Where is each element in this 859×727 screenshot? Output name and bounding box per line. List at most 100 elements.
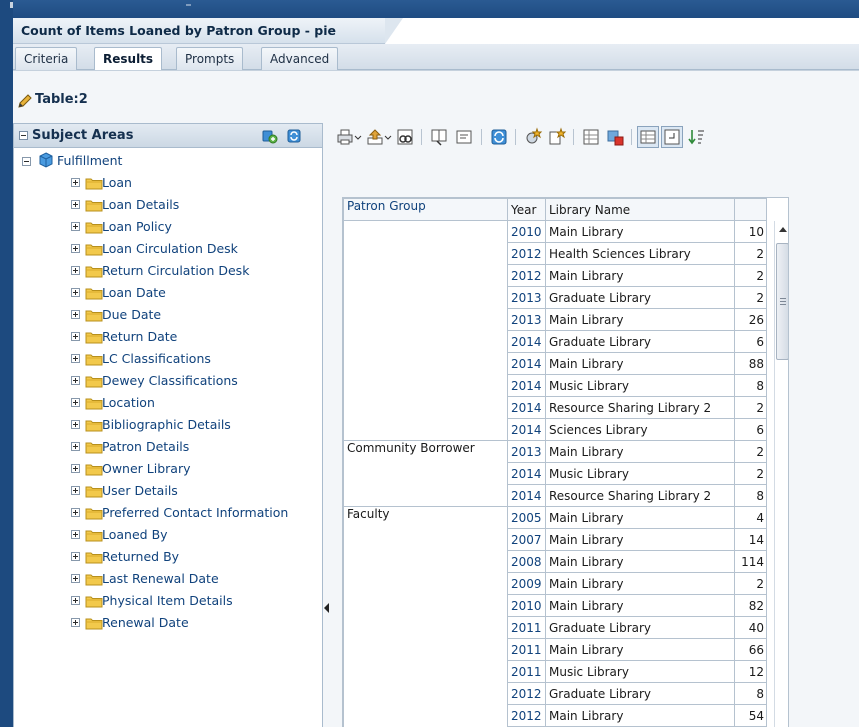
library-name-cell[interactable]: Main Library bbox=[545, 352, 735, 375]
column-header-patron-group[interactable]: Patron Group bbox=[343, 198, 508, 221]
expand-icon[interactable] bbox=[71, 464, 80, 473]
tab-criteria[interactable]: Criteria bbox=[15, 47, 78, 70]
column-header-year[interactable]: Year bbox=[507, 198, 546, 221]
tab-advanced[interactable]: Advanced bbox=[261, 47, 339, 70]
print-icon[interactable] bbox=[335, 127, 355, 147]
patron-group-cell[interactable]: Faculty bbox=[343, 506, 508, 727]
year-cell[interactable]: 2011 bbox=[507, 616, 546, 639]
library-name-cell[interactable]: Graduate Library bbox=[545, 682, 735, 705]
tree-item[interactable]: Last Renewal Date bbox=[14, 570, 314, 590]
tree-item[interactable]: Loan Policy bbox=[14, 218, 314, 238]
tree-item[interactable]: Loan Date bbox=[14, 284, 314, 304]
tree-item[interactable]: Renewal Date bbox=[14, 614, 314, 634]
year-cell[interactable]: 2014 bbox=[507, 418, 546, 441]
year-cell[interactable]: 2010 bbox=[507, 594, 546, 617]
year-cell[interactable]: 2014 bbox=[507, 484, 546, 507]
library-name-cell[interactable]: Main Library bbox=[545, 308, 735, 331]
library-name-cell[interactable]: Main Library bbox=[545, 506, 735, 529]
year-cell[interactable]: 2012 bbox=[507, 704, 546, 727]
year-cell[interactable]: 2012 bbox=[507, 264, 546, 287]
collapse-arrow-icon[interactable] bbox=[324, 603, 329, 613]
chevron-down-icon[interactable] bbox=[354, 127, 362, 147]
year-cell[interactable]: 2011 bbox=[507, 638, 546, 661]
vertical-scrollbar[interactable] bbox=[774, 221, 788, 727]
layout-toggle[interactable] bbox=[661, 126, 683, 148]
exclude-icon[interactable] bbox=[605, 127, 625, 147]
pane-splitter[interactable] bbox=[323, 123, 329, 727]
library-name-cell[interactable]: Resource Sharing Library 2 bbox=[545, 484, 735, 507]
year-cell[interactable]: 2005 bbox=[507, 506, 546, 529]
expand-icon[interactable] bbox=[71, 442, 80, 451]
new-calculated-item-icon[interactable] bbox=[523, 127, 543, 147]
tree-item[interactable]: Loan bbox=[14, 174, 314, 194]
tree-item[interactable]: Return Date bbox=[14, 328, 314, 348]
expand-icon[interactable] bbox=[71, 486, 80, 495]
expand-icon[interactable] bbox=[71, 530, 80, 539]
totals-icon[interactable] bbox=[581, 127, 601, 147]
tree-item[interactable]: Owner Library bbox=[14, 460, 314, 480]
patron-group-cell[interactable]: Community Borrower bbox=[343, 440, 508, 507]
tab-results[interactable]: Results bbox=[94, 47, 163, 71]
library-name-cell[interactable]: Music Library bbox=[545, 660, 735, 683]
expand-icon[interactable] bbox=[71, 420, 80, 429]
expand-icon[interactable] bbox=[71, 244, 80, 253]
scrollbar-thumb[interactable] bbox=[776, 243, 788, 360]
export-icon[interactable] bbox=[365, 127, 385, 147]
chevron-down-icon[interactable] bbox=[384, 127, 392, 147]
expand-icon[interactable] bbox=[71, 178, 80, 187]
collapse-icon[interactable] bbox=[22, 157, 31, 166]
expand-icon[interactable] bbox=[71, 508, 80, 517]
collapse-pane-icon[interactable] bbox=[19, 131, 28, 140]
year-cell[interactable]: 2009 bbox=[507, 572, 546, 595]
refresh-icon[interactable] bbox=[285, 127, 303, 145]
tree-item[interactable]: Patron Details bbox=[14, 438, 314, 458]
year-cell[interactable]: 2014 bbox=[507, 330, 546, 353]
year-cell[interactable]: 2013 bbox=[507, 286, 546, 309]
tree-item[interactable]: LC Classifications bbox=[14, 350, 314, 370]
expand-icon[interactable] bbox=[71, 618, 80, 627]
library-name-cell[interactable]: Main Library bbox=[545, 220, 735, 243]
year-cell[interactable]: 2011 bbox=[507, 660, 546, 683]
library-name-cell[interactable]: Main Library bbox=[545, 550, 735, 573]
expand-icon[interactable] bbox=[71, 552, 80, 561]
expand-icon[interactable] bbox=[71, 310, 80, 319]
library-name-cell[interactable]: Music Library bbox=[545, 374, 735, 397]
library-name-cell[interactable]: Music Library bbox=[545, 462, 735, 485]
expand-icon[interactable] bbox=[71, 222, 80, 231]
tree-item[interactable]: Loaned By bbox=[14, 526, 314, 546]
library-name-cell[interactable]: Health Sciences Library bbox=[545, 242, 735, 265]
year-cell[interactable]: 2014 bbox=[507, 462, 546, 485]
refresh-icon[interactable] bbox=[489, 127, 509, 147]
year-cell[interactable]: 2008 bbox=[507, 550, 546, 573]
library-name-cell[interactable]: Main Library bbox=[545, 264, 735, 287]
year-cell[interactable]: 2014 bbox=[507, 352, 546, 375]
expand-icon[interactable] bbox=[71, 574, 80, 583]
analysis-title-tab[interactable]: Count of Items Loaned by Patron Group - … bbox=[13, 18, 403, 44]
year-cell[interactable]: 2013 bbox=[507, 440, 546, 463]
tree-item[interactable]: Location bbox=[14, 394, 314, 414]
library-name-cell[interactable]: Graduate Library bbox=[545, 616, 735, 639]
column-header-library-name[interactable]: Library Name bbox=[545, 198, 735, 221]
tree-item[interactable]: Loan Details bbox=[14, 196, 314, 216]
year-cell[interactable]: 2013 bbox=[507, 308, 546, 331]
year-cell[interactable]: 2007 bbox=[507, 528, 546, 551]
expand-icon[interactable] bbox=[71, 200, 80, 209]
tree-item[interactable]: User Details bbox=[14, 482, 314, 502]
year-cell[interactable]: 2012 bbox=[507, 682, 546, 705]
preview-icon[interactable] bbox=[395, 127, 415, 147]
tree-item[interactable]: Dewey Classifications bbox=[14, 372, 314, 392]
scroll-up-arrow-icon[interactable] bbox=[779, 227, 787, 232]
library-name-cell[interactable]: Resource Sharing Library 2 bbox=[545, 396, 735, 419]
edit-view-icon[interactable] bbox=[429, 127, 449, 147]
expand-icon[interactable] bbox=[71, 332, 80, 341]
sort-icon[interactable] bbox=[687, 127, 707, 147]
library-name-cell[interactable]: Sciences Library bbox=[545, 418, 735, 441]
expand-icon[interactable] bbox=[71, 376, 80, 385]
year-cell[interactable]: 2010 bbox=[507, 220, 546, 243]
library-name-cell[interactable]: Main Library bbox=[545, 638, 735, 661]
table-view-toggle[interactable] bbox=[637, 126, 659, 148]
expand-icon[interactable] bbox=[71, 398, 80, 407]
new-group-icon[interactable] bbox=[547, 127, 567, 147]
library-name-cell[interactable]: Main Library bbox=[545, 704, 735, 727]
format-icon[interactable] bbox=[454, 127, 474, 147]
